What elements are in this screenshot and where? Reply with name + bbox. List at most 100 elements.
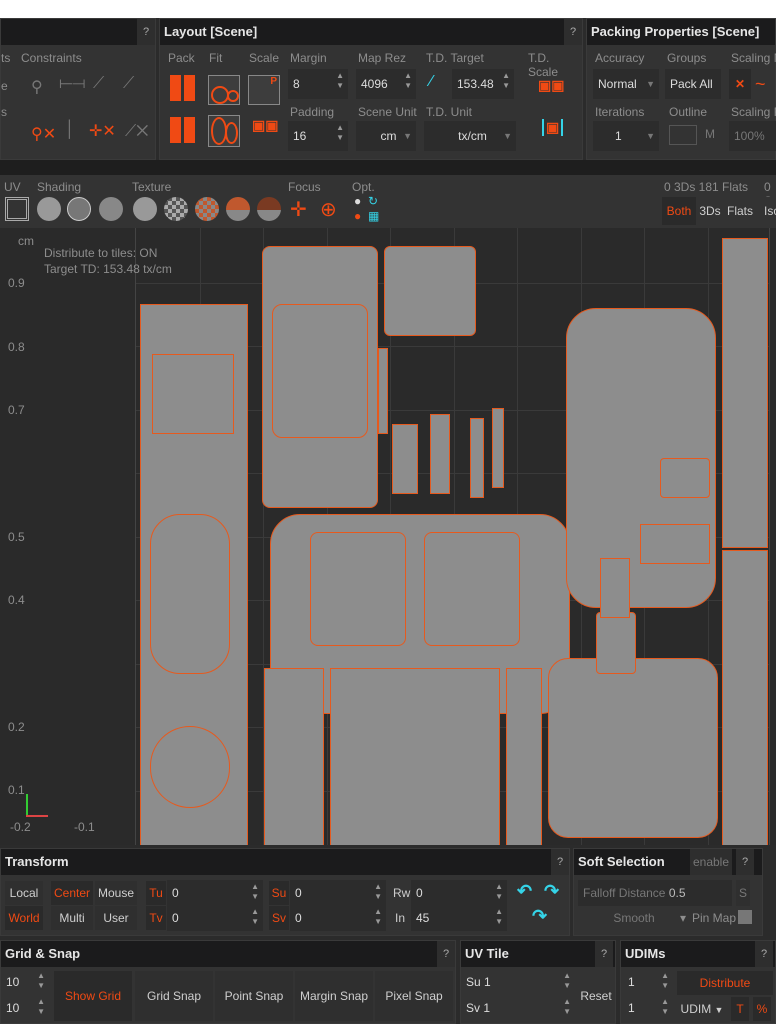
uv-island[interactable]	[424, 532, 520, 646]
scaling-f-dropdown[interactable]: 100%	[729, 121, 776, 151]
light-icon[interactable]: ●	[354, 194, 361, 208]
shading-wire-icon[interactable]	[67, 197, 91, 221]
rw-field[interactable]: 0 ▲ ▼	[411, 880, 507, 906]
smooth-dropdown[interactable]: Smooth	[578, 906, 690, 930]
sv-field[interactable]: Sv 1 ▲ ▼	[461, 995, 575, 1021]
spin-icon[interactable]: ▲ ▼	[251, 882, 259, 902]
shading-solid-wire-icon[interactable]	[99, 197, 123, 221]
td-scale-set-icon[interactable]: ▣	[542, 119, 564, 136]
spin-icon[interactable]: ▲ ▼	[374, 907, 382, 927]
focus-all-icon[interactable]: ⊕	[320, 197, 337, 222]
point-snap-button[interactable]: Point Snap	[215, 971, 293, 1021]
spin-icon[interactable]: ▲ ▼	[563, 997, 571, 1017]
uv-island[interactable]	[392, 424, 418, 494]
distribute-button[interactable]: Distribute	[677, 971, 773, 995]
uv-island[interactable]	[596, 612, 636, 674]
udim-v-field[interactable]: 1 ▲ ▼	[623, 995, 673, 1021]
curve-unlock-icon[interactable]: ⟋✕	[125, 123, 148, 141]
spin-icon[interactable]: ▲ ▼	[661, 971, 669, 991]
cross-unlock-icon[interactable]: ✛✕	[89, 121, 116, 141]
opt-sphere-icon[interactable]: ●	[354, 209, 361, 223]
spin-icon[interactable]: ▲ ▼	[495, 907, 503, 927]
su-field[interactable]: Su 1 ▲ ▼	[461, 969, 575, 995]
rotate-cw-icon[interactable]: ↷	[544, 881, 559, 902]
local-button[interactable]: Local	[5, 881, 43, 905]
texture-none-icon[interactable]	[133, 197, 157, 221]
td-target-field[interactable]: 153.48 ▲ ▼	[452, 69, 514, 99]
map-rez-field[interactable]: 4096 ▲ ▼	[356, 69, 416, 99]
pack-icon[interactable]	[170, 75, 196, 101]
su-field[interactable]: 0 ▲ ▼	[290, 880, 386, 906]
spin-icon[interactable]: ▲ ▼	[661, 997, 669, 1017]
uv-viewport[interactable]: cm Distribute to tiles: ON Target TD: 15…	[0, 228, 776, 845]
texture-color-checker-icon[interactable]	[195, 197, 219, 221]
uv-island[interactable]	[470, 418, 484, 498]
rotate-ccw-icon[interactable]: ↶	[517, 881, 532, 902]
udim-u-field[interactable]: 1 ▲ ▼	[623, 969, 673, 995]
spin-icon[interactable]: ▲ ▼	[495, 882, 503, 902]
falloff-field[interactable]: Falloff Distance 0.5	[578, 880, 732, 906]
uv-island[interactable]	[492, 408, 504, 488]
uv-island[interactable]	[722, 238, 768, 548]
texture-checker-icon[interactable]	[164, 197, 188, 221]
help-button[interactable]: ?	[595, 941, 613, 967]
user-button[interactable]: User	[95, 906, 137, 930]
pixel-snap-button[interactable]: Pixel Snap	[375, 971, 453, 1021]
help-button[interactable]: ?	[137, 19, 155, 45]
mouse-button[interactable]: Mouse	[95, 881, 137, 905]
pin-icon[interactable]: ⚲	[31, 77, 43, 97]
spin-icon[interactable]: ▲ ▼	[336, 123, 344, 143]
spin-icon[interactable]: ▲ ▼	[37, 971, 45, 991]
uv-island[interactable]	[640, 524, 710, 564]
uv-island[interactable]	[310, 532, 406, 646]
uv-island[interactable]	[150, 726, 230, 808]
uv-island[interactable]	[272, 304, 368, 438]
uv-island[interactable]	[384, 246, 476, 336]
pin-map-checkbox[interactable]	[738, 910, 752, 924]
multi-button[interactable]: Multi	[51, 906, 93, 930]
scale-icon[interactable]: P	[248, 75, 280, 105]
help-button[interactable]: ?	[755, 941, 773, 967]
uv-island[interactable]	[264, 668, 324, 845]
opt-grid-icon[interactable]: ▦	[368, 209, 379, 223]
shading-solid-icon[interactable]	[37, 197, 61, 221]
uv-frame-icon[interactable]	[5, 197, 29, 221]
help-button[interactable]: ?	[437, 941, 455, 967]
uv-island[interactable]	[430, 414, 450, 494]
padding-field[interactable]: 16 ▲ ▼	[288, 121, 348, 151]
uv-island[interactable]	[722, 550, 768, 845]
spin-icon[interactable]: ▲ ▼	[502, 71, 510, 91]
uv-island[interactable]	[378, 348, 388, 434]
udim-dropdown[interactable]: UDIM ▼	[677, 997, 727, 1021]
uv-island[interactable]	[660, 458, 710, 498]
grid-snap-button[interactable]: Grid Snap	[135, 971, 213, 1021]
iterations-dropdown[interactable]: 1 ▼	[593, 121, 659, 151]
tu-field[interactable]: 0 ▲ ▼	[167, 880, 263, 906]
iso-button[interactable]: Iso	[762, 197, 776, 225]
scaling-wave-icon[interactable]: ~	[755, 69, 766, 99]
edge-diagonal-icon[interactable]: ⟋	[93, 75, 104, 93]
uv-island[interactable]	[600, 558, 630, 618]
td-unit-dropdown[interactable]: tx/cm ▼	[424, 121, 516, 151]
spin-icon[interactable]: ▲ ▼	[563, 971, 571, 991]
texture-image2-icon[interactable]	[257, 197, 281, 221]
scene-unit-dropdown[interactable]: cm ▼	[356, 121, 416, 151]
in-field[interactable]: 45 ▲ ▼	[411, 905, 507, 931]
uv-island[interactable]	[548, 658, 718, 838]
spin-icon[interactable]: ▲ ▼	[404, 71, 412, 91]
show-grid-button[interactable]: Show Grid	[54, 971, 132, 1021]
texture-image-icon[interactable]	[226, 197, 250, 221]
spin-icon[interactable]: ▲ ▼	[251, 907, 259, 927]
grid-u-field[interactable]: 10 ▲ ▼	[1, 969, 49, 995]
edge-straight-icon[interactable]: ⟝⟞	[59, 75, 86, 93]
edge-curve-icon[interactable]: ⟋	[123, 75, 134, 93]
reset-button[interactable]: Reset	[577, 971, 615, 1021]
help-button[interactable]: ?	[736, 849, 754, 875]
pack-move-icon[interactable]	[170, 117, 196, 143]
uv-island[interactable]	[506, 668, 542, 845]
center-button[interactable]: Center	[51, 881, 93, 905]
3ds-button[interactable]: 3Ds	[697, 197, 723, 225]
pack-all-button[interactable]: Pack All	[665, 69, 721, 99]
world-button[interactable]: World	[5, 906, 43, 930]
scale-p-icon[interactable]: ▣▣	[252, 117, 278, 134]
